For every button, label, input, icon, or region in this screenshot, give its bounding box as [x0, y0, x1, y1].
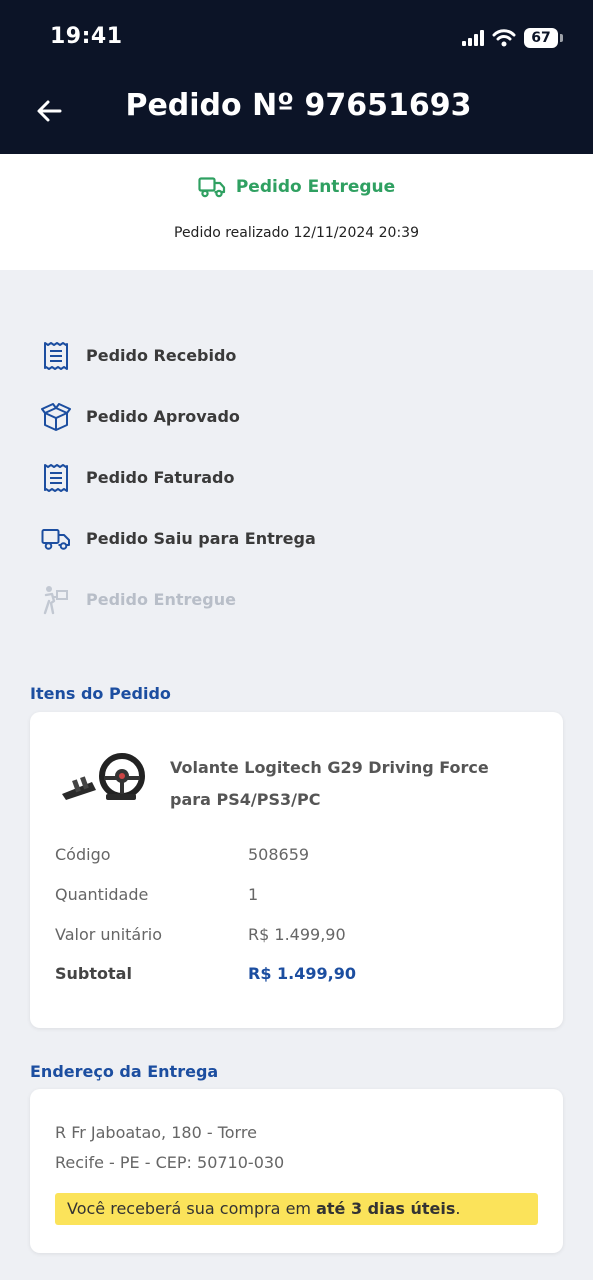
- truck-icon: [198, 177, 225, 198]
- receipt-icon: [40, 340, 72, 372]
- order-status: Pedido Entregue: [0, 176, 593, 198]
- order-status-panel: Pedido Entregue Pedido realizado 12/11/2…: [0, 154, 593, 270]
- product-name-line1: Volante Logitech G29 Driving Force: [170, 758, 489, 777]
- subtotal-value: R$ 1.499,90: [248, 964, 356, 983]
- battery-icon: 67: [524, 28, 558, 48]
- order-date: Pedido realizado 12/11/2024 20:39: [174, 225, 419, 241]
- delivery-note-prefix: Você receberá sua compra em: [67, 1199, 317, 1218]
- app-header: 19:41 67 Pedido Nº 97651693: [0, 0, 593, 154]
- battery-tip: [560, 34, 563, 42]
- delivery-note-suffix: .: [455, 1199, 461, 1218]
- address-section-title: Endereço da Entrega: [30, 1062, 219, 1081]
- timeline-step-out-for-delivery: Pedido Saiu para Entrega: [40, 508, 316, 569]
- signal-icon: [462, 30, 484, 46]
- delivery-estimate-banner: Você receberá sua compra em até 3 dias ú…: [55, 1193, 538, 1225]
- timeline-step-label: Pedido Aprovado: [86, 407, 240, 426]
- timeline-step-label: Pedido Entregue: [86, 590, 236, 609]
- timeline-step-approved: Pedido Aprovado: [40, 386, 316, 447]
- timeline-step-delivered: Pedido Entregue: [40, 569, 316, 630]
- detail-row-quantity: Quantidade 1: [55, 885, 258, 904]
- detail-value: R$ 1.499,90: [248, 925, 346, 944]
- steering-wheel-image: [62, 753, 145, 800]
- timeline-step-invoiced: Pedido Faturado: [40, 447, 316, 508]
- timeline-step-label: Pedido Saiu para Entrega: [86, 529, 316, 548]
- wifi-icon: [492, 29, 516, 47]
- timeline-step-received: Pedido Recebido: [40, 325, 316, 386]
- detail-value: 508659: [248, 845, 310, 864]
- invoice-icon: [40, 462, 72, 494]
- detail-key: Código: [55, 845, 111, 864]
- detail-key: Valor unitário: [55, 925, 163, 944]
- items-section-title: Itens do Pedido: [30, 684, 171, 703]
- status-icons: 67: [462, 26, 563, 50]
- detail-value: 1: [248, 885, 259, 904]
- delivery-note-deadline: até 3 dias úteis: [316, 1199, 456, 1218]
- order-item-card[interactable]: Volante Logitech G29 Driving Force para …: [30, 712, 563, 1028]
- detail-row-unit-price: Valor unitário R$ 1.499,90: [55, 925, 346, 944]
- truck-icon: [40, 523, 72, 555]
- subtotal-label: Subtotal: [55, 964, 132, 983]
- product-name-line2: para PS4/PS3/PC: [170, 790, 321, 809]
- order-timeline: Pedido Recebido Pedido Aprovado Pedido F…: [40, 325, 316, 630]
- address-card: R Fr Jaboatao, 180 - Torre Recife - PE -…: [30, 1089, 563, 1253]
- timeline-step-label: Pedido Recebido: [86, 346, 237, 365]
- order-status-label: Pedido Entregue: [235, 177, 396, 197]
- detail-row-code: Código 508659: [55, 845, 309, 864]
- address-line-2: Recife - PE - CEP: 50710-030: [55, 1153, 285, 1172]
- status-time: 19:41: [50, 24, 123, 49]
- product-name[interactable]: Volante Logitech G29 Driving Force para …: [170, 752, 530, 816]
- delivery-person-icon: [40, 584, 72, 616]
- timeline-step-label: Pedido Faturado: [86, 468, 235, 487]
- detail-row-subtotal: Subtotal R$ 1.499,90: [55, 964, 356, 983]
- detail-key: Quantidade: [55, 885, 149, 904]
- address-line-1: R Fr Jaboatao, 180 - Torre: [55, 1123, 257, 1142]
- page-title: Pedido Nº 97651693: [125, 88, 472, 123]
- box-icon: [40, 401, 72, 433]
